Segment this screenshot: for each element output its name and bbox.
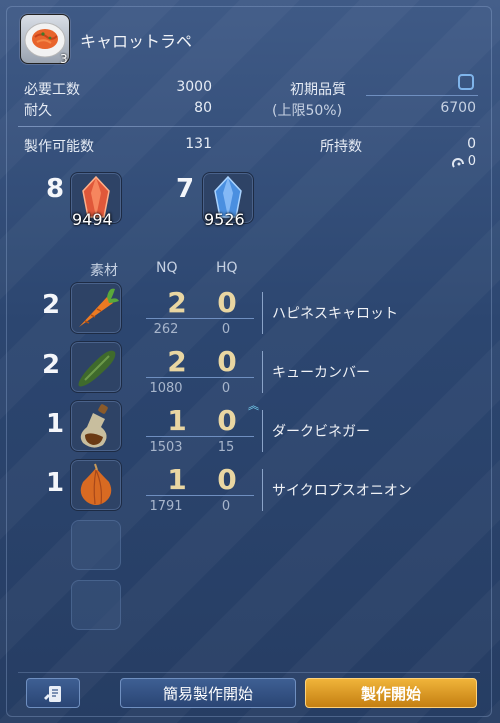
- material-nq-use[interactable]: 2: [152, 345, 202, 378]
- material-hq-use[interactable]: 0: [202, 404, 252, 437]
- row-divider: [146, 318, 254, 319]
- material-nq-owned: 262: [153, 322, 179, 337]
- initial-quality-input[interactable]: [458, 74, 474, 90]
- material-name: キューカンバー: [272, 365, 370, 381]
- empty-material-slot: [71, 520, 121, 570]
- material-nq-owned: 1791: [149, 499, 183, 514]
- quick-synthesis-button[interactable]: 簡易製作開始: [120, 678, 296, 708]
- recipe-name: キャロットラペ: [80, 32, 193, 51]
- name-divider: [262, 292, 263, 334]
- initial-quality-label: 初期品質: [290, 82, 346, 98]
- cucumber-icon: [78, 350, 116, 387]
- material-slot-onion[interactable]: [70, 459, 122, 511]
- material-required: 2: [42, 290, 61, 320]
- recipe-yield: 3: [60, 52, 68, 66]
- name-divider: [262, 351, 263, 393]
- crystal-owned-1: 9494: [72, 210, 113, 229]
- material-name: ダークビネガー: [272, 424, 370, 440]
- material-nq-use[interactable]: 1: [152, 404, 202, 437]
- material-hq-owned: 0: [221, 499, 231, 514]
- name-divider: [262, 469, 263, 511]
- material-hq-use[interactable]: 0: [202, 463, 252, 496]
- material-required: 1: [46, 468, 65, 498]
- craftable-value: 131: [185, 136, 212, 152]
- empty-material-slot: [71, 580, 121, 630]
- quality-max-value: 6700: [440, 100, 476, 116]
- materials-header-label: 素材: [90, 263, 118, 279]
- quality-input-underline: [366, 95, 478, 96]
- crystal-owned-2: 9526: [204, 210, 245, 229]
- nq-header: NQ: [156, 260, 178, 276]
- hq-header: HQ: [216, 260, 238, 276]
- carrot-icon: [79, 288, 119, 327]
- material-hq-owned: 0: [221, 381, 231, 396]
- material-nq-owned: 1503: [149, 440, 183, 455]
- material-hq-owned: 0: [221, 322, 231, 337]
- material-hq-owned: 15: [217, 440, 235, 455]
- material-slot-vinegar[interactable]: [70, 400, 122, 452]
- material-required: 2: [42, 350, 61, 380]
- material-nq-use[interactable]: 1: [152, 463, 202, 496]
- material-name: ハピネスキャロット: [272, 306, 398, 322]
- crystal-required-1: 8: [46, 174, 65, 204]
- row-divider: [146, 436, 254, 437]
- quality-limit-label: (上限50%): [272, 103, 343, 119]
- material-slot-cucumber[interactable]: [70, 341, 122, 393]
- onion-icon: [80, 463, 112, 505]
- owned-collectable-value: 0: [467, 154, 476, 169]
- material-nq-owned: 1080: [149, 381, 183, 396]
- owned-value: 0: [467, 136, 476, 152]
- progress-value: 3000: [176, 79, 212, 95]
- name-divider: [262, 410, 263, 452]
- hq-available-chevron-icon: ︽: [248, 399, 259, 412]
- recipe-note-icon: [44, 686, 61, 702]
- row-divider: [146, 377, 254, 378]
- material-hq-use[interactable]: 0: [202, 286, 252, 319]
- material-hq-use[interactable]: 0: [202, 345, 252, 378]
- material-name: サイクロプスオニオン: [272, 483, 412, 499]
- row-divider: [146, 495, 254, 496]
- divider: [18, 126, 480, 127]
- durability-value: 80: [194, 100, 212, 116]
- vinegar-bottle-icon: [80, 404, 108, 448]
- material-nq-use[interactable]: 2: [152, 286, 202, 319]
- crystal-required-2: 7: [176, 174, 195, 204]
- material-slot-carrot[interactable]: [70, 282, 122, 334]
- progress-label: 必要工数: [24, 82, 80, 98]
- durability-label: 耐久: [24, 103, 52, 119]
- craftable-label: 製作可能数: [24, 139, 94, 155]
- owned-label: 所持数: [320, 139, 362, 155]
- material-required: 1: [46, 409, 65, 439]
- recipe-note-button[interactable]: [26, 678, 80, 708]
- footer-divider: [18, 672, 480, 673]
- synthesize-button[interactable]: 製作開始: [305, 678, 477, 708]
